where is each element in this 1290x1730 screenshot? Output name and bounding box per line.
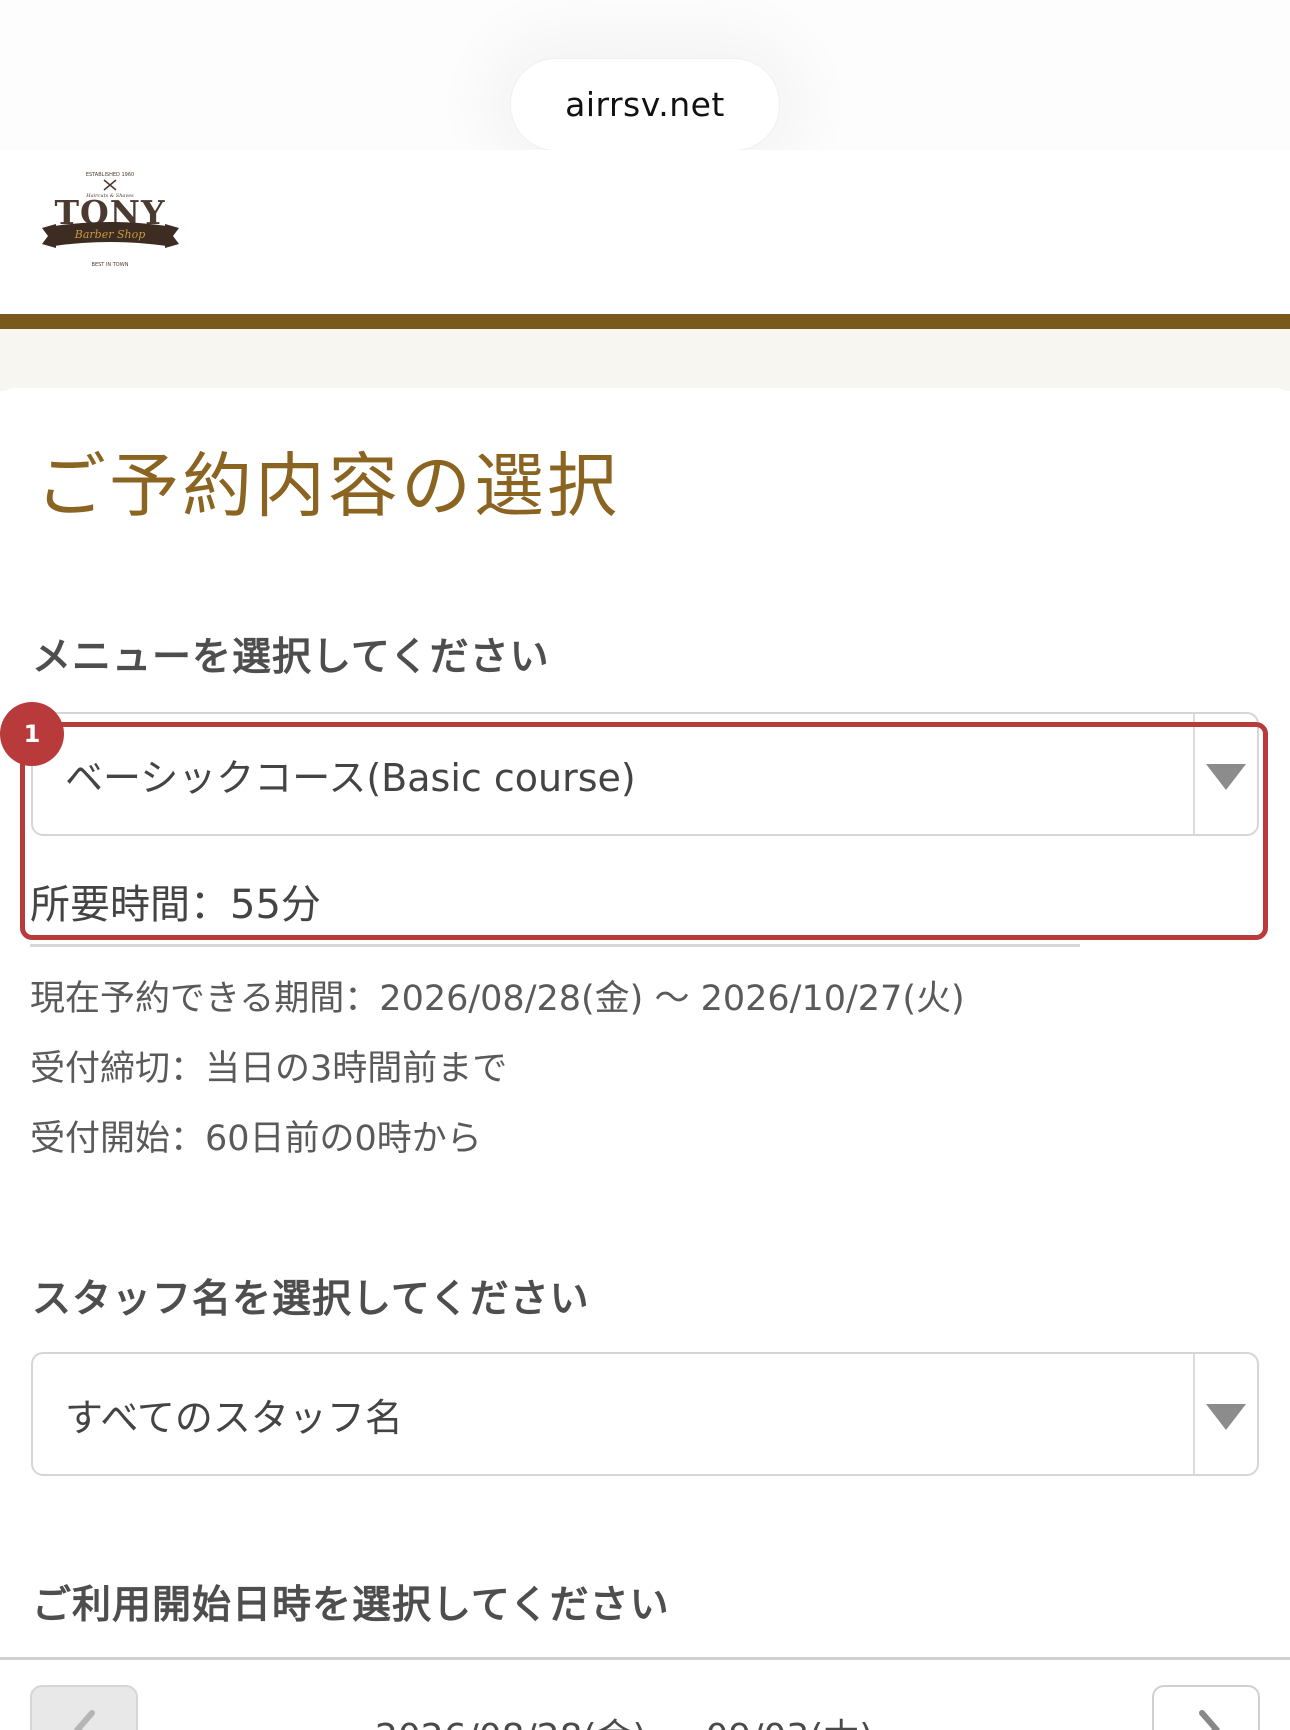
annotation-badge: 1 xyxy=(0,702,64,766)
booking-deadline: 受付締切：当日の3時間前まで xyxy=(30,1049,508,1089)
url-pill[interactable]: airrsv.net xyxy=(510,58,780,151)
chevron-down-icon xyxy=(1206,764,1246,790)
menu-duration: 所要時間：55分 xyxy=(30,882,321,928)
site-header xyxy=(0,150,1290,315)
booking-start: 受付開始：60日前の0時から xyxy=(30,1119,482,1159)
shop-logo[interactable]: ESTABLISHED 1960 Haircuts & Shaves TONY … xyxy=(38,168,183,278)
header-spacer xyxy=(0,329,1290,391)
available-period: 現在予約できる期間：2026/08/28(金) 〜 2026/10/27(火) xyxy=(30,979,965,1019)
staff-select-dropdown[interactable] xyxy=(1193,1354,1257,1474)
next-week-button[interactable] xyxy=(1152,1685,1260,1730)
chevron-right-icon xyxy=(1199,1710,1220,1730)
chevron-down-icon xyxy=(1206,1404,1246,1430)
previous-week-button[interactable] xyxy=(30,1685,138,1730)
menu-select-dropdown[interactable] xyxy=(1193,714,1257,834)
menu-select[interactable]: ベーシックコース(Basic course) xyxy=(31,712,1259,836)
duration-divider xyxy=(30,944,1080,947)
logo-established: ESTABLISHED 1960 xyxy=(86,172,134,178)
date-section-heading: ご利用開始日時を選択してください xyxy=(32,1583,670,1628)
menu-select-value: ベーシックコース(Basic course) xyxy=(65,755,636,800)
date-divider xyxy=(0,1657,1290,1660)
logo-bottom: BEST IN TOWN xyxy=(92,262,129,268)
url-text: airrsv.net xyxy=(565,85,725,124)
chevron-left-icon xyxy=(74,1710,95,1730)
page-title: ご予約内容の選択 xyxy=(36,445,620,527)
logo-ribbon: Barber Shop xyxy=(74,228,146,241)
menu-section-heading: メニューを選択してください xyxy=(32,635,550,680)
browser-url-area: airrsv.net xyxy=(0,0,1290,170)
week-range: 2026/08/28(金) 〜 09/03(木) xyxy=(375,1708,873,1730)
header-divider xyxy=(0,314,1290,329)
staff-select-value: すべてのスタッフ名 xyxy=(65,1395,403,1440)
staff-select[interactable]: すべてのスタッフ名 xyxy=(31,1352,1259,1476)
staff-section-heading: スタッフ名を選択してください xyxy=(32,1277,590,1322)
